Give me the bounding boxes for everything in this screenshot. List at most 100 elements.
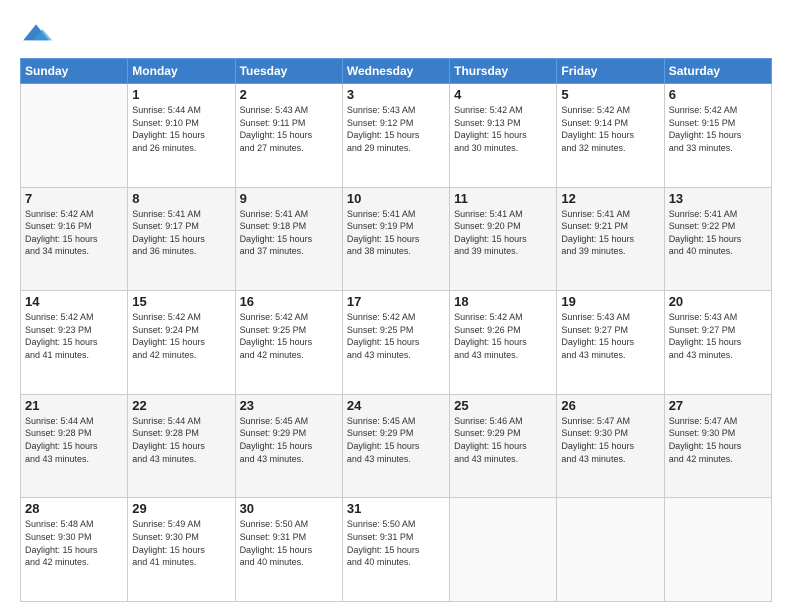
- day-number: 7: [25, 191, 123, 206]
- calendar-day-cell: 27 Sunrise: 5:47 AM Sunset: 9:30 PM Dayli…: [664, 394, 771, 498]
- calendar-day-cell: 30Sunrise: 5:50 AM Sunset: 9:31 PM Dayli…: [235, 498, 342, 602]
- day-number: 6: [669, 87, 767, 102]
- weekday-header-row: SundayMondayTuesdayWednesdayThursdayFrid…: [21, 59, 772, 84]
- calendar-day-cell: 10 Sunrise: 5:41 AM Sunset: 9:19 PM Dayli…: [342, 187, 449, 291]
- day-number: 9: [240, 191, 338, 206]
- day-info: Sunrise: 5:41 AM Sunset: 9:22 PM Dayligh…: [669, 208, 767, 258]
- day-info: Sunrise: 5:42 AM Sunset: 9:25 PM Dayligh…: [240, 311, 338, 361]
- calendar-day-cell: 31 Sunrise: 5:50 AM Sunset: 9:31 PM Dayli…: [342, 498, 449, 602]
- day-number: 15: [132, 294, 230, 309]
- calendar-body: 1 Sunrise: 5:44 AM Sunset: 9:10 PM Daylig…: [21, 84, 772, 602]
- day-info: Sunrise: 5:43 AM Sunset: 9:12 PM Dayligh…: [347, 104, 445, 154]
- day-number: 26: [561, 398, 659, 413]
- weekday-header-monday: Monday: [128, 59, 235, 84]
- day-info: Sunrise: 5:41 AM Sunset: 9:20 PM Dayligh…: [454, 208, 552, 258]
- weekday-header-friday: Friday: [557, 59, 664, 84]
- calendar-table: SundayMondayTuesdayWednesdayThursdayFrid…: [20, 58, 772, 602]
- calendar-day-cell: 11 Sunrise: 5:41 AM Sunset: 9:20 PM Dayli…: [450, 187, 557, 291]
- day-info: Sunrise: 5:41 AM Sunset: 9:21 PM Dayligh…: [561, 208, 659, 258]
- day-number: 29: [132, 501, 230, 516]
- calendar-day-cell: 28 Sunrise: 5:48 AM Sunset: 9:30 PM Dayli…: [21, 498, 128, 602]
- day-number: 28: [25, 501, 123, 516]
- calendar-day-cell: 7 Sunrise: 5:42 AM Sunset: 9:16 PM Daylig…: [21, 187, 128, 291]
- calendar-day-cell: 5 Sunrise: 5:42 AM Sunset: 9:14 PM Daylig…: [557, 84, 664, 188]
- day-number: 21: [25, 398, 123, 413]
- day-number: 27: [669, 398, 767, 413]
- calendar-day-cell: 8 Sunrise: 5:41 AM Sunset: 9:17 PM Daylig…: [128, 187, 235, 291]
- day-info: Sunrise: 5:41 AM Sunset: 9:17 PM Dayligh…: [132, 208, 230, 258]
- day-info: Sunrise: 5:44 AM Sunset: 9:28 PM Dayligh…: [132, 415, 230, 465]
- calendar-header: SundayMondayTuesdayWednesdayThursdayFrid…: [21, 59, 772, 84]
- day-number: 12: [561, 191, 659, 206]
- calendar-day-cell: 19 Sunrise: 5:43 AM Sunset: 9:27 PM Dayli…: [557, 291, 664, 395]
- calendar-week-row: 14Sunrise: 5:42 AM Sunset: 9:23 PM Dayli…: [21, 291, 772, 395]
- day-number: 31: [347, 501, 445, 516]
- day-info: Sunrise: 5:42 AM Sunset: 9:23 PM Dayligh…: [25, 311, 123, 361]
- day-number: 19: [561, 294, 659, 309]
- day-info: Sunrise: 5:42 AM Sunset: 9:14 PM Dayligh…: [561, 104, 659, 154]
- day-number: 5: [561, 87, 659, 102]
- calendar-day-cell: 24Sunrise: 5:45 AM Sunset: 9:29 PM Dayli…: [342, 394, 449, 498]
- calendar-day-cell: 3 Sunrise: 5:43 AM Sunset: 9:12 PM Daylig…: [342, 84, 449, 188]
- day-info: Sunrise: 5:44 AM Sunset: 9:10 PM Dayligh…: [132, 104, 230, 154]
- day-number: 4: [454, 87, 552, 102]
- day-info: Sunrise: 5:42 AM Sunset: 9:24 PM Dayligh…: [132, 311, 230, 361]
- calendar-day-cell: [21, 84, 128, 188]
- day-info: Sunrise: 5:42 AM Sunset: 9:25 PM Dayligh…: [347, 311, 445, 361]
- calendar-day-cell: [557, 498, 664, 602]
- calendar-day-cell: [664, 498, 771, 602]
- calendar-day-cell: 12 Sunrise: 5:41 AM Sunset: 9:21 PM Dayli…: [557, 187, 664, 291]
- day-info: Sunrise: 5:42 AM Sunset: 9:13 PM Dayligh…: [454, 104, 552, 154]
- day-number: 22: [132, 398, 230, 413]
- calendar-day-cell: 6Sunrise: 5:42 AM Sunset: 9:15 PM Daylig…: [664, 84, 771, 188]
- logo-icon: [20, 18, 52, 50]
- calendar-week-row: 28 Sunrise: 5:48 AM Sunset: 9:30 PM Dayli…: [21, 498, 772, 602]
- calendar-day-cell: 14Sunrise: 5:42 AM Sunset: 9:23 PM Dayli…: [21, 291, 128, 395]
- calendar-day-cell: 1 Sunrise: 5:44 AM Sunset: 9:10 PM Daylig…: [128, 84, 235, 188]
- day-number: 17: [347, 294, 445, 309]
- day-info: Sunrise: 5:42 AM Sunset: 9:16 PM Dayligh…: [25, 208, 123, 258]
- day-info: Sunrise: 5:43 AM Sunset: 9:27 PM Dayligh…: [561, 311, 659, 361]
- calendar-day-cell: 9 Sunrise: 5:41 AM Sunset: 9:18 PM Daylig…: [235, 187, 342, 291]
- day-number: 13: [669, 191, 767, 206]
- day-info: Sunrise: 5:50 AM Sunset: 9:31 PM Dayligh…: [240, 518, 338, 568]
- page: SundayMondayTuesdayWednesdayThursdayFrid…: [0, 0, 792, 612]
- calendar-day-cell: 22 Sunrise: 5:44 AM Sunset: 9:28 PM Dayli…: [128, 394, 235, 498]
- day-number: 2: [240, 87, 338, 102]
- day-info: Sunrise: 5:43 AM Sunset: 9:11 PM Dayligh…: [240, 104, 338, 154]
- weekday-header-sunday: Sunday: [21, 59, 128, 84]
- calendar-day-cell: 25Sunrise: 5:46 AM Sunset: 9:29 PM Dayli…: [450, 394, 557, 498]
- calendar-week-row: 1 Sunrise: 5:44 AM Sunset: 9:10 PM Daylig…: [21, 84, 772, 188]
- day-info: Sunrise: 5:41 AM Sunset: 9:19 PM Dayligh…: [347, 208, 445, 258]
- weekday-header-wednesday: Wednesday: [342, 59, 449, 84]
- calendar-week-row: 7 Sunrise: 5:42 AM Sunset: 9:16 PM Daylig…: [21, 187, 772, 291]
- calendar-day-cell: 15 Sunrise: 5:42 AM Sunset: 9:24 PM Dayli…: [128, 291, 235, 395]
- logo: [20, 18, 56, 50]
- day-info: Sunrise: 5:45 AM Sunset: 9:29 PM Dayligh…: [240, 415, 338, 465]
- day-number: 3: [347, 87, 445, 102]
- day-number: 10: [347, 191, 445, 206]
- day-number: 25: [454, 398, 552, 413]
- calendar-day-cell: 23Sunrise: 5:45 AM Sunset: 9:29 PM Dayli…: [235, 394, 342, 498]
- calendar-day-cell: 2 Sunrise: 5:43 AM Sunset: 9:11 PM Daylig…: [235, 84, 342, 188]
- day-number: 11: [454, 191, 552, 206]
- calendar-day-cell: 17 Sunrise: 5:42 AM Sunset: 9:25 PM Dayli…: [342, 291, 449, 395]
- calendar-day-cell: 29 Sunrise: 5:49 AM Sunset: 9:30 PM Dayli…: [128, 498, 235, 602]
- calendar-day-cell: 21Sunrise: 5:44 AM Sunset: 9:28 PM Dayli…: [21, 394, 128, 498]
- day-number: 1: [132, 87, 230, 102]
- weekday-header-tuesday: Tuesday: [235, 59, 342, 84]
- day-info: Sunrise: 5:50 AM Sunset: 9:31 PM Dayligh…: [347, 518, 445, 568]
- calendar-day-cell: 26Sunrise: 5:47 AM Sunset: 9:30 PM Dayli…: [557, 394, 664, 498]
- day-info: Sunrise: 5:49 AM Sunset: 9:30 PM Dayligh…: [132, 518, 230, 568]
- day-number: 16: [240, 294, 338, 309]
- day-info: Sunrise: 5:41 AM Sunset: 9:18 PM Dayligh…: [240, 208, 338, 258]
- calendar-day-cell: 4 Sunrise: 5:42 AM Sunset: 9:13 PM Daylig…: [450, 84, 557, 188]
- day-info: Sunrise: 5:47 AM Sunset: 9:30 PM Dayligh…: [669, 415, 767, 465]
- day-number: 24: [347, 398, 445, 413]
- calendar-day-cell: 16 Sunrise: 5:42 AM Sunset: 9:25 PM Dayli…: [235, 291, 342, 395]
- day-number: 8: [132, 191, 230, 206]
- day-number: 20: [669, 294, 767, 309]
- day-info: Sunrise: 5:43 AM Sunset: 9:27 PM Dayligh…: [669, 311, 767, 361]
- day-info: Sunrise: 5:48 AM Sunset: 9:30 PM Dayligh…: [25, 518, 123, 568]
- weekday-header-thursday: Thursday: [450, 59, 557, 84]
